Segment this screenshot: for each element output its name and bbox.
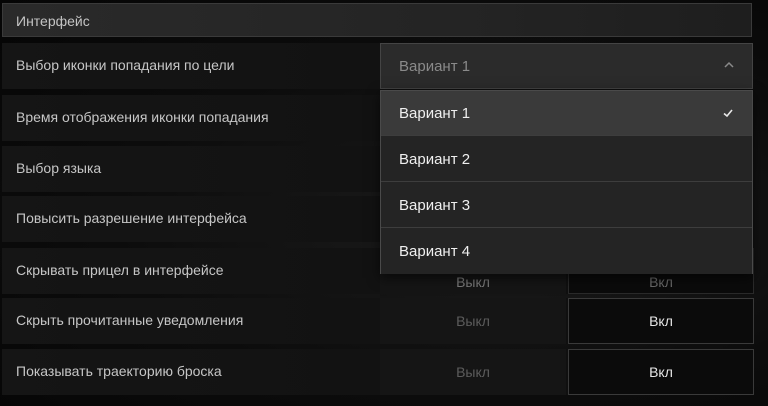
option-label: Вариант 3: [399, 197, 471, 214]
setting-label: Скрыть прочитанные уведомления: [16, 312, 244, 328]
select-value: Вариант 1: [399, 58, 471, 75]
setting-label: Скрывать прицел в интерфейсе: [16, 262, 224, 278]
dropdown-option-2[interactable]: Вариант 2: [381, 137, 752, 182]
setting-row-throw-trajectory: Показывать траекторию броска Выкл Вкл: [2, 349, 754, 395]
setting-label: Повысить разрешение интерфейса: [16, 210, 247, 226]
section-title: Интерфейс: [16, 13, 90, 29]
option-label: Вариант 4: [399, 243, 471, 260]
setting-label: Время отображения иконки попадания: [16, 109, 269, 125]
select-dropdown: Вариант 1 Вариант 2 Вариант 3 Вариант 4: [380, 90, 753, 274]
section-header: Интерфейс: [2, 3, 752, 37]
option-label: Вариант 2: [399, 151, 471, 168]
option-label: Вариант 1: [399, 105, 471, 122]
setting-label: Показывать траекторию броска: [16, 363, 222, 379]
toggle-off-button[interactable]: Выкл: [380, 298, 566, 344]
setting-row-hide-read-notifications: Скрыть прочитанные уведомления Выкл Вкл: [2, 298, 754, 344]
checkmark-icon: [723, 109, 733, 118]
hit-icon-select[interactable]: Вариант 1: [380, 43, 753, 89]
toggle-off-button[interactable]: Выкл: [380, 349, 566, 395]
toggle-on-button[interactable]: Вкл: [568, 298, 754, 344]
dropdown-option-3[interactable]: Вариант 3: [381, 183, 752, 228]
dropdown-option-1[interactable]: Вариант 1: [381, 91, 752, 136]
toggle-on-button[interactable]: Вкл: [568, 349, 754, 395]
chevron-up-icon: [724, 61, 734, 68]
dropdown-option-4[interactable]: Вариант 4: [381, 229, 752, 274]
setting-label: Выбор языка: [16, 160, 102, 176]
setting-label: Выбор иконки попадания по цели: [16, 57, 235, 73]
